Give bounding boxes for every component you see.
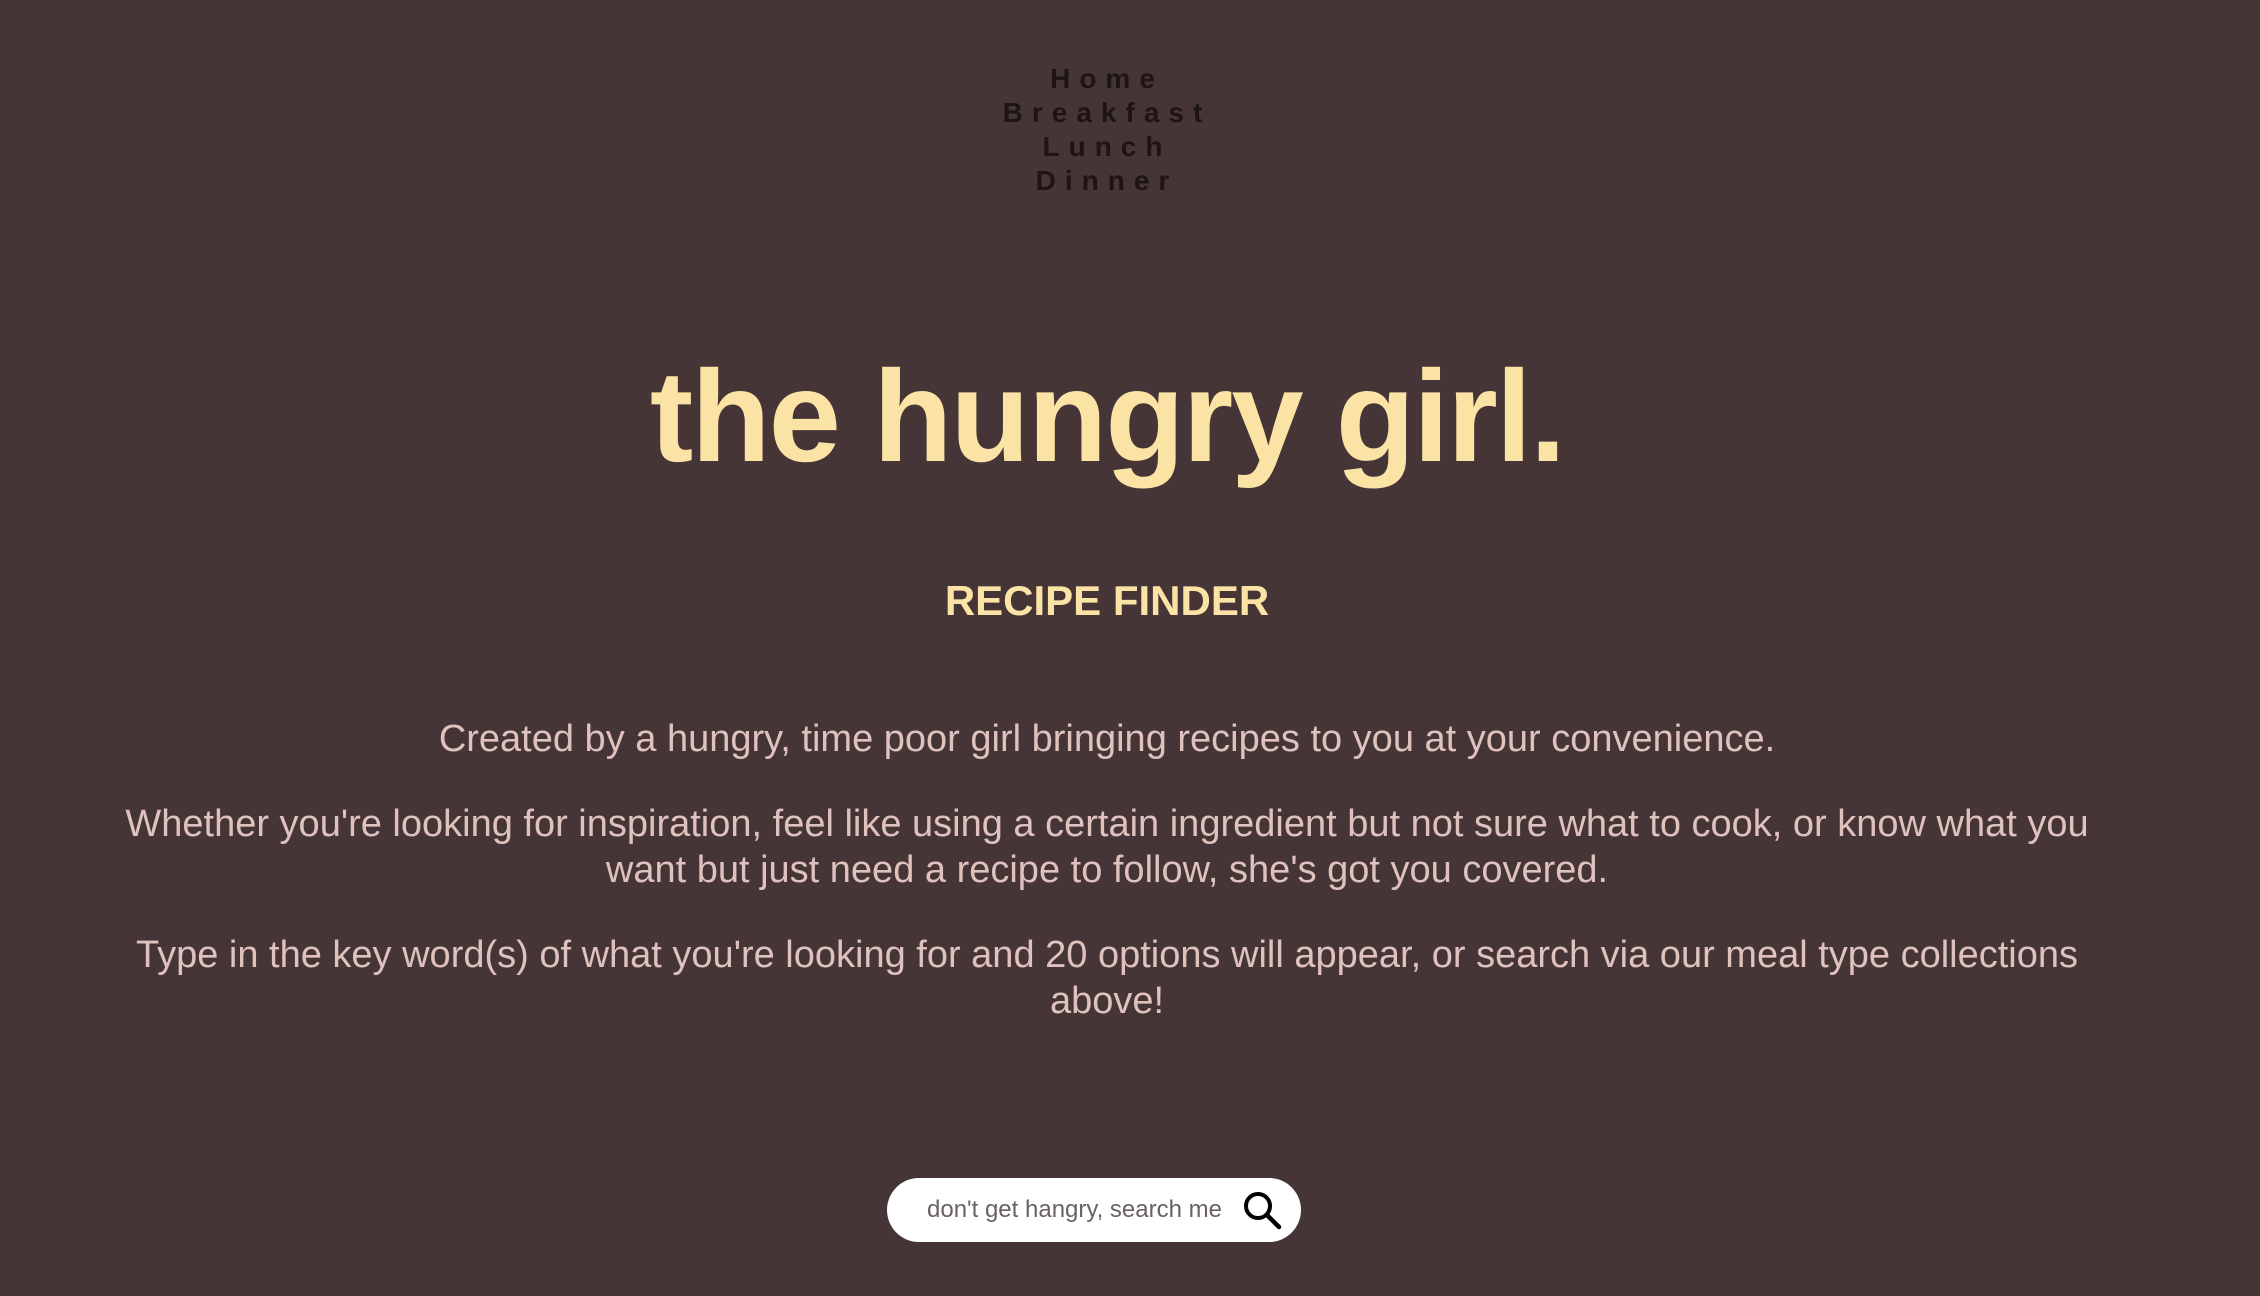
page-subtitle: RECIPE FINDER (944, 577, 1270, 624)
nav-link-lunch[interactable]: Lunch (1043, 130, 1172, 164)
nav-link-dinner[interactable]: Dinner (1036, 164, 1179, 198)
search-bar (887, 1178, 1301, 1242)
nav-link-home[interactable]: Home (1050, 62, 1164, 96)
site-title: the hungry girl. (649, 343, 1566, 489)
search-input[interactable] (927, 1196, 1227, 1224)
nav-link-breakfast[interactable]: Breakfast (1003, 96, 1212, 130)
search-icon (1244, 1192, 1282, 1230)
intro-paragraph: Created by a hungry, time poor girl brin… (438, 718, 1776, 760)
intro-text: Created by a hungry, time poor girl brin… (100, 716, 2114, 1063)
intro-paragraph: Whether you're looking for inspiration, … (125, 803, 2089, 891)
main-nav: Home Breakfast Lunch Dinner (0, 62, 2214, 198)
search-button[interactable] (1239, 1187, 1285, 1233)
intro-paragraph: Type in the key word(s) of what you're l… (135, 934, 2079, 1022)
